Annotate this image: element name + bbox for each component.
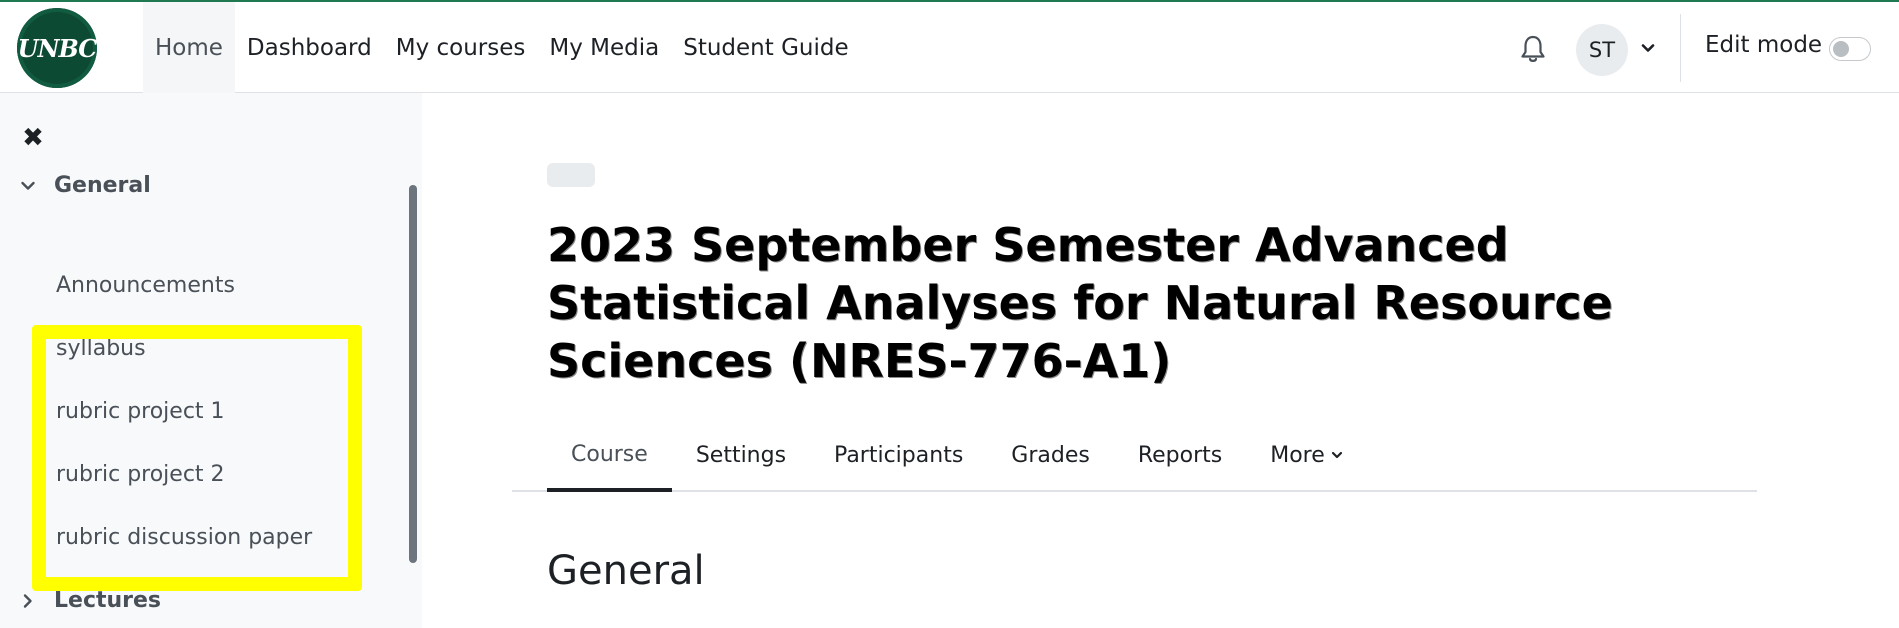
drawer-item-rubric-project-1[interactable]: rubric project 1 xyxy=(56,399,225,424)
nav-student-guide[interactable]: Student Guide xyxy=(671,2,860,93)
section-title: General xyxy=(547,548,705,594)
tab-more-label: More xyxy=(1270,442,1325,468)
edit-mode-toggle[interactable] xyxy=(1829,37,1871,61)
tab-settings[interactable]: Settings xyxy=(672,420,810,490)
nav-home[interactable]: Home xyxy=(143,2,235,93)
tab-grades[interactable]: Grades xyxy=(987,420,1114,490)
top-navbar: UNBC Home Dashboard My courses My Media … xyxy=(0,0,1899,93)
tab-course[interactable]: Course xyxy=(547,420,672,492)
user-initials: ST xyxy=(1588,38,1616,62)
site-logo[interactable]: UNBC xyxy=(17,8,97,88)
user-avatar[interactable]: ST xyxy=(1576,24,1628,76)
section-lectures-label: Lectures xyxy=(54,588,162,613)
chevron-right-icon xyxy=(23,593,32,608)
bell-icon[interactable] xyxy=(1519,34,1547,64)
drawer-item-rubric-project-2[interactable]: rubric project 2 xyxy=(56,462,225,487)
nav-dashboard[interactable]: Dashboard xyxy=(235,2,384,93)
section-lectures[interactable]: Lectures xyxy=(20,588,161,613)
drawer-item-rubric-discussion-paper[interactable]: rubric discussion paper xyxy=(56,525,312,550)
tab-reports[interactable]: Reports xyxy=(1114,420,1246,490)
course-index-drawer: ✖ General Announcements syllabus rubric … xyxy=(0,93,422,628)
page-title: 2023 September Semester Advanced Statist… xyxy=(547,218,1613,388)
drawer-scrollbar[interactable] xyxy=(409,185,417,563)
highlight-annotation xyxy=(32,325,362,591)
chevron-down-icon xyxy=(21,181,35,190)
navbar-divider xyxy=(1680,14,1681,82)
chevron-down-icon xyxy=(1331,451,1342,459)
nav-my-courses[interactable]: My courses xyxy=(384,2,538,93)
drawer-item-syllabus[interactable]: syllabus xyxy=(56,336,146,361)
toggle-knob xyxy=(1833,41,1849,57)
section-general[interactable]: General xyxy=(20,173,151,198)
drawer-item-announcements[interactable]: Announcements xyxy=(56,273,235,298)
secondary-navigation: Course Settings Participants Grades Repo… xyxy=(512,420,1757,492)
close-icon[interactable]: ✖ xyxy=(20,125,46,151)
logo-text: UNBC xyxy=(17,33,98,63)
nav-my-media[interactable]: My Media xyxy=(537,2,671,93)
main-content: 2023 September Semester Advanced Statist… xyxy=(422,93,1899,628)
breadcrumb xyxy=(547,163,595,187)
section-general-label: General xyxy=(54,173,151,198)
edit-mode-label: Edit mode xyxy=(1705,32,1823,58)
tab-participants[interactable]: Participants xyxy=(810,420,987,490)
primary-navigation: Home Dashboard My courses My Media Stude… xyxy=(143,2,861,93)
chevron-down-icon[interactable] xyxy=(1640,40,1656,56)
tab-more[interactable]: More xyxy=(1246,420,1367,490)
